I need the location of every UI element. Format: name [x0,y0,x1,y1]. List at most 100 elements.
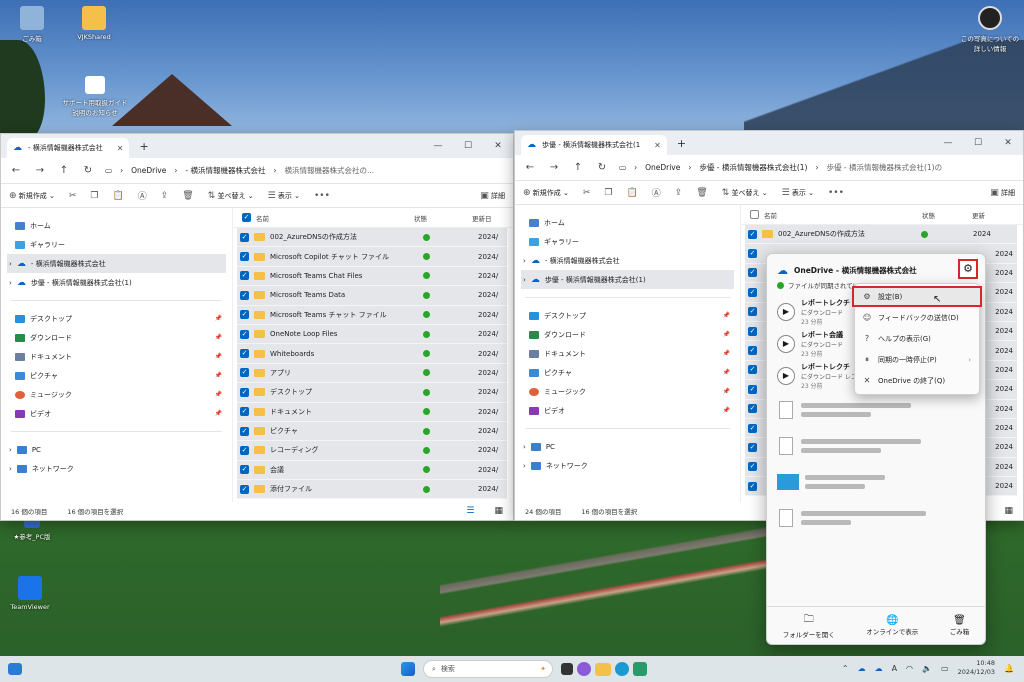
row-checkbox[interactable]: ✓ [240,484,249,494]
address-bar[interactable]: ← → ↑ ↻ ▭ › OneDrive › 歩優 - 横浜情報機器株式会社(1… [515,155,1023,181]
maximize-button[interactable]: ☐ [453,141,483,151]
clock[interactable]: 10:48 2024/12/03 [958,659,995,677]
table-row[interactable]: ✓ デスクトップ 2024/ [237,383,507,403]
new-button[interactable]: ⊕ 新規作成 ⌄ [9,191,55,201]
table-row[interactable]: ✓ Microsoft Copilot チャット ファイル 2024/ [237,247,507,267]
breadcrumb-onedrive[interactable]: OneDrive [645,163,680,172]
breadcrumb-library[interactable]: - 横浜情報機器株式会社 [185,165,265,176]
desktop-icon-photo-info[interactable]: この写真についての詳しい情報 [960,6,1020,53]
row-checkbox[interactable]: ✓ [240,252,249,262]
recycle-bin-button[interactable]: 🗑 ごみ箱 [950,615,970,636]
nav-item-network[interactable]: › ネットワーク [521,456,734,475]
desktop-icon-teamviewer[interactable]: TeamViewer [0,576,60,611]
pin-icon[interactable]: 📌 [215,315,222,322]
expand-chevron-icon[interactable]: › [523,462,526,470]
pin-icon[interactable]: 📌 [215,334,222,341]
battery-icon[interactable]: ▭ [941,664,949,673]
row-checkbox[interactable]: ✓ [240,329,249,339]
view-online-button[interactable]: 🌐 オンラインで表示 [866,615,918,636]
nav-item-videos[interactable]: ビデオ 📌 [7,404,226,423]
pin-icon[interactable]: 📌 [723,407,730,414]
desktop-icon-support-guide[interactable]: サポート用取扱ガイド説明のお知らせ [60,76,130,117]
menu-item-help[interactable]: ? ヘルプの表示(G) [855,328,979,349]
details-button[interactable]: ▣ 詳細 [990,188,1015,198]
table-row[interactable]: ✓ 002_AzureDNSの作成方法 2024/ [237,228,507,248]
refresh-icon[interactable]: ↻ [81,165,95,176]
delete-icon[interactable]: 🗑 [182,191,193,201]
notification-bell-icon[interactable]: 🔔 [1004,664,1014,673]
row-checkbox[interactable]: ✓ [748,384,757,394]
row-checkbox[interactable]: ✓ [748,268,757,278]
nav-item-pc[interactable]: › PC [521,437,734,456]
expand-chevron-icon[interactable]: › [523,443,526,451]
table-row[interactable]: ✓ Microsoft Teams チャット ファイル 2024/ [237,305,507,325]
row-checkbox[interactable]: ✓ [748,365,757,375]
desktop-icon-vjkshared[interactable]: VJKShared [64,6,124,41]
table-row[interactable]: ✓ ピクチャ 2024/ [237,421,507,442]
up-arrow-icon[interactable]: ↑ [57,165,71,176]
table-row[interactable]: ✓ ドキュメント 2024/ [237,402,507,422]
expand-chevron-icon[interactable]: › [9,260,12,268]
file-explorer-button[interactable] [595,662,611,676]
pin-icon[interactable]: 📌 [723,388,730,395]
menu-item-pause-sync[interactable]: ⏸ 同期の一時停止(P) › [855,349,979,370]
nav-item-downloads[interactable]: ダウンロード 📌 [521,325,734,344]
nav-item-music[interactable]: ミュージック 📌 [7,385,226,404]
pin-icon[interactable]: 📌 [723,369,730,376]
pin-icon[interactable]: 📌 [215,410,222,417]
new-button[interactable]: ⊕ 新規作成 ⌄ [523,188,569,198]
row-checkbox[interactable]: ✓ [240,310,249,320]
column-name[interactable]: 名前 [256,213,414,223]
share-icon[interactable]: ⇪ [161,191,169,201]
new-tab-button[interactable]: + [677,137,686,150]
nav-item-videos[interactable]: ビデオ 📌 [521,401,734,420]
nav-item-home[interactable]: ホーム [7,216,226,235]
activity-item-redacted[interactable] [767,500,985,536]
row-checkbox[interactable]: ✓ [240,387,249,397]
breadcrumb-library[interactable]: 歩優 - 横浜情報機器株式会社(1) [699,162,807,173]
rename-icon[interactable]: Ⓐ [652,186,661,199]
copy-icon[interactable]: ❐ [90,191,98,201]
select-all-checkbox[interactable]: ✓ [242,213,251,222]
column-date[interactable]: 更新日 [472,213,492,223]
copy-icon[interactable]: ❐ [604,188,612,198]
nav-item-network[interactable]: › ネットワーク [7,459,226,478]
more-icon[interactable]: ••• [828,188,844,198]
row-checkbox[interactable]: ✓ [240,445,249,455]
row-checkbox[interactable]: ✓ [748,423,757,433]
row-checkbox[interactable]: ✓ [240,407,249,417]
row-checkbox[interactable]: ✓ [240,349,249,359]
row-checkbox[interactable]: ✓ [748,481,757,491]
paste-icon[interactable]: 📋 [113,191,124,201]
more-icon[interactable]: ••• [314,191,330,201]
table-row[interactable]: ✓ OneNote Loop Files 2024/ [237,324,507,345]
share-icon[interactable]: ⇪ [675,188,683,198]
tiles-view-icon[interactable]: ▦ [494,506,503,516]
onedrive-icon[interactable]: ☁ [875,664,883,673]
widgets-button[interactable] [8,663,22,675]
minimize-button[interactable]: — [933,138,963,148]
address-bar[interactable]: ← → ↑ ↻ ▭ › OneDrive › - 横浜情報機器株式会社 › 横浜… [1,158,513,184]
up-arrow-icon[interactable]: ↑ [571,162,585,173]
window-tab[interactable]: ☁ 歩優 - 横浜情報機器株式会社(1 ✕ [521,135,667,155]
view-button[interactable]: ☰ 表示 ⌄ [268,191,300,201]
window-tab[interactable]: ☁ - 横浜情報機器株式会社 ✕ [7,138,130,158]
title-bar[interactable]: ☁ - 横浜情報機器株式会社 ✕ + — ☐ ✕ [1,134,513,158]
details-button[interactable]: ▣ 詳細 [480,191,505,201]
table-row[interactable]: ✓ アプリ 2024/ [237,363,507,384]
onedrive-icon[interactable]: ☁ [858,664,866,673]
store-button[interactable] [633,662,647,676]
expand-chevron-icon[interactable]: › [9,279,12,287]
sort-button[interactable]: ⇅ 並べ替え ⌄ [208,191,254,201]
pin-icon[interactable]: 📌 [215,372,222,379]
menu-item-feedback[interactable]: ☺ フィードバックの送信(D) [855,307,979,328]
copilot-button[interactable] [577,662,591,676]
pin-icon[interactable]: 📌 [215,353,222,360]
expand-chevron-icon[interactable]: › [523,276,526,284]
paste-icon[interactable]: 📋 [627,188,638,198]
row-checkbox[interactable]: ✓ [240,271,249,281]
row-checkbox[interactable]: ✓ [748,287,757,297]
row-checkbox[interactable]: ✓ [240,465,249,475]
new-tab-button[interactable]: + [139,140,148,153]
pin-icon[interactable]: 📌 [723,350,730,357]
